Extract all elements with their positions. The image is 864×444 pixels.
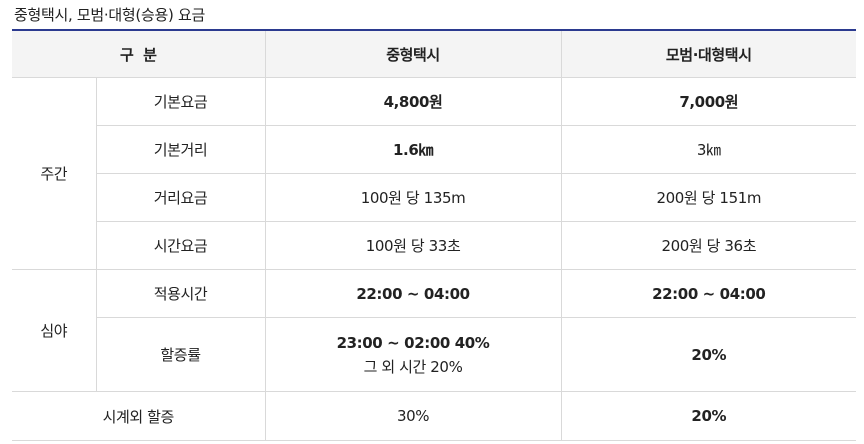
- header-category: 구 분: [12, 29, 266, 78]
- fare-table-section: 중형택시, 모범·대형(승용) 요금 구 분 중형택시 모범·대형택시 주간 기…: [0, 0, 864, 444]
- mid-value: 100원 당 33초: [264, 221, 562, 270]
- group-label-outside-city: 시계외 할증: [12, 391, 266, 441]
- large-value: 200원 당 36초: [560, 221, 857, 270]
- mid-value: 30%: [264, 391, 562, 441]
- large-value: 7,000원: [560, 77, 857, 126]
- header-mid-size-taxi: 중형택시: [264, 29, 562, 78]
- mid-value-multiline: 23:00 ~ 02:00 40% 그 외 시간 20%: [264, 317, 562, 392]
- item-label: 기본거리: [96, 125, 266, 174]
- table-row: 할증률 23:00 ~ 02:00 40% 그 외 시간 20% 20%: [12, 317, 857, 392]
- group-label-night: 심야: [12, 269, 97, 392]
- table-row: 시계외 할증 30% 20%: [12, 391, 857, 441]
- mid-value: 100원 당 135m: [264, 173, 562, 222]
- large-value: 3㎞: [560, 125, 857, 174]
- large-value: 20%: [560, 391, 857, 441]
- mid-value-line2: 그 외 시간 20%: [363, 357, 463, 376]
- header-deluxe-large-taxi: 모범·대형택시: [560, 29, 857, 78]
- mid-value: 4,800원: [264, 77, 562, 126]
- mid-value: 22:00 ~ 04:00: [264, 269, 562, 318]
- table-row: 기본거리 1.6㎞ 3㎞: [12, 125, 857, 174]
- mid-value-line1: 23:00 ~ 02:00 40%: [336, 333, 490, 352]
- table-header-row: 구 분 중형택시 모범·대형택시: [12, 29, 857, 78]
- table-caption: 중형택시, 모범·대형(승용) 요금: [14, 6, 205, 24]
- large-value: 22:00 ~ 04:00: [560, 269, 857, 318]
- table-row: 시간요금 100원 당 33초 200원 당 36초: [12, 221, 857, 270]
- item-label: 적용시간: [95, 269, 266, 318]
- large-value: 20%: [560, 317, 857, 392]
- mid-value: 1.6㎞: [264, 125, 562, 174]
- item-label: 거리요금: [96, 173, 266, 222]
- large-value: 200원 당 151m: [560, 173, 857, 222]
- item-label: 시간요금: [96, 221, 266, 270]
- group-label-day: 주간: [12, 77, 97, 270]
- table-row: 거리요금 100원 당 135m 200원 당 151m: [12, 173, 857, 222]
- table-row: 주간 기본요금 4,800원 7,000원: [12, 77, 857, 270]
- table-row: 심야 적용시간 22:00 ~ 04:00 22:00 ~ 04:00: [12, 269, 857, 392]
- item-label: 기본요금: [95, 77, 266, 126]
- taxi-fare-table: 구 분 중형택시 모범·대형택시 주간 기본요금 4,800원 7,000원 기…: [12, 29, 857, 441]
- item-label: 할증률: [96, 317, 266, 392]
